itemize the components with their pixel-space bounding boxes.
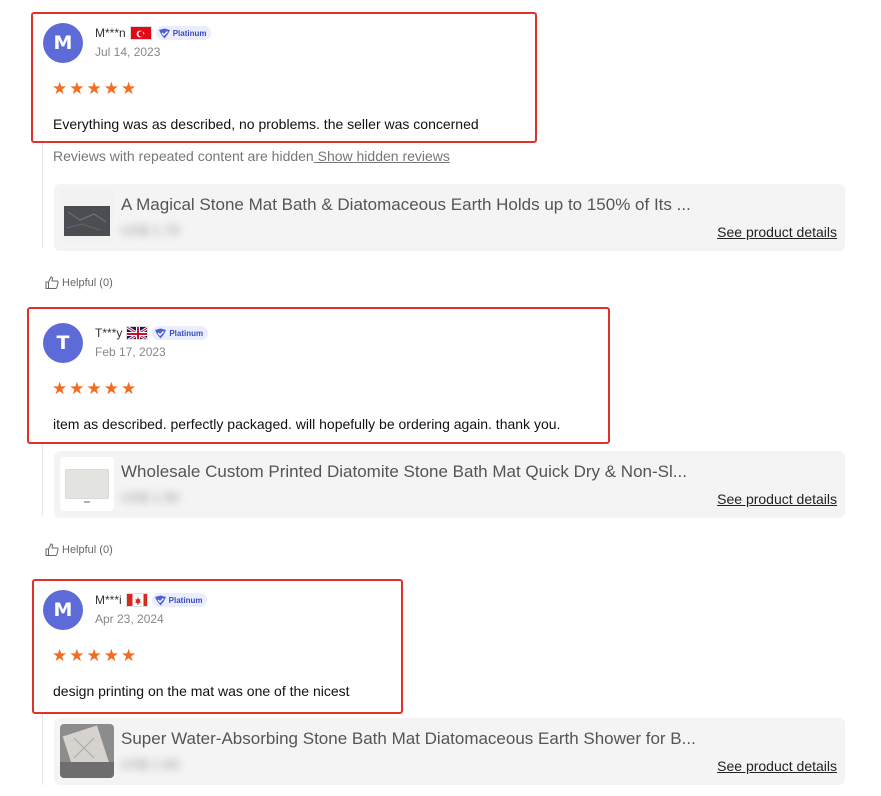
star-icon: ★: [103, 646, 119, 665]
product-price-blurred: US$ 1.60: [121, 756, 180, 772]
review-date: Jul 14, 2023: [95, 45, 161, 59]
star-rating: ★ ★ ★ ★ ★: [52, 647, 136, 664]
see-product-details-link[interactable]: See product details: [717, 758, 837, 774]
canada-flag-icon: [125, 593, 148, 607]
avatar-letter: T: [56, 332, 70, 354]
reviewer-name: M***n: [95, 26, 126, 40]
product-title[interactable]: Wholesale Custom Printed Diatomite Stone…: [121, 462, 687, 482]
star-icon: ★: [103, 79, 119, 98]
star-icon: ★: [69, 379, 85, 398]
star-icon: ★: [52, 379, 68, 398]
helpful-button[interactable]: Helpful (0): [45, 543, 113, 556]
review-divider: [42, 444, 43, 516]
thumbs-up-icon: [45, 543, 59, 556]
star-icon: ★: [69, 79, 85, 98]
badge-label: Platinum: [169, 328, 204, 338]
helpful-button[interactable]: Helpful (0): [45, 276, 113, 289]
platinum-badge: Platinum: [155, 26, 212, 40]
product-thumbnail[interactable]: [60, 724, 114, 778]
star-icon: ★: [103, 379, 119, 398]
product-title[interactable]: A Magical Stone Mat Bath & Diatomaceous …: [121, 195, 691, 215]
badge-label: Platinum: [168, 595, 203, 605]
reviewer-name: T***y: [95, 326, 123, 340]
star-icon: ★: [69, 646, 85, 665]
avatar-letter: M: [53, 32, 73, 54]
avatar: M: [43, 590, 83, 630]
star-icon: ★: [52, 79, 68, 98]
star-rating: ★ ★ ★ ★ ★: [52, 380, 136, 397]
review-divider: [42, 140, 43, 248]
star-icon: ★: [121, 79, 137, 98]
product-thumbnail[interactable]: [60, 457, 114, 511]
star-icon: ★: [121, 379, 137, 398]
see-product-details-link[interactable]: See product details: [717, 224, 837, 240]
reviewer-name: M***i: [95, 593, 122, 607]
review-text: design printing on the mat was one of th…: [53, 683, 350, 699]
product-price-blurred: US$ 1.70: [121, 222, 180, 238]
helpful-label: Helpful (0): [62, 543, 113, 556]
star-icon: ★: [52, 646, 68, 665]
thumbs-up-icon: [45, 276, 59, 289]
review-text: item as described. perfectly packaged. w…: [53, 416, 561, 432]
avatar-letter: M: [53, 599, 73, 621]
avatar: T: [43, 323, 83, 363]
product-card[interactable]: Wholesale Custom Printed Diatomite Stone…: [54, 451, 845, 518]
product-title[interactable]: Super Water-Absorbing Stone Bath Mat Dia…: [121, 729, 696, 749]
review-text: Everything was as described, no problems…: [53, 116, 479, 132]
star-rating: ★ ★ ★ ★ ★: [52, 80, 136, 97]
review-divider: [42, 713, 43, 785]
review-date: Apr 23, 2024: [95, 612, 164, 626]
star-icon: ★: [121, 646, 137, 665]
badge-label: Platinum: [172, 28, 207, 38]
star-icon: ★: [86, 646, 102, 665]
product-card[interactable]: A Magical Stone Mat Bath & Diatomaceous …: [54, 184, 845, 251]
reviewer-row: M***i Platinum: [95, 592, 208, 608]
see-product-details-link[interactable]: See product details: [717, 491, 837, 507]
star-icon: ★: [86, 379, 102, 398]
star-icon: ★: [86, 79, 102, 98]
hidden-reviews-note: Reviews with repeated content are hidden…: [53, 148, 450, 164]
hidden-note-text: Reviews with repeated content are hidden: [53, 148, 314, 164]
avatar: M: [43, 23, 83, 63]
review-date: Feb 17, 2023: [95, 345, 166, 359]
product-price-blurred: US$ 1.90: [121, 489, 180, 505]
verified-shield-icon: [158, 28, 170, 38]
helpful-label: Helpful (0): [62, 276, 113, 289]
product-thumbnail[interactable]: [60, 190, 114, 244]
reviewer-row: T***y Platinum: [95, 325, 209, 341]
product-card[interactable]: Super Water-Absorbing Stone Bath Mat Dia…: [54, 718, 845, 785]
verified-shield-icon: [154, 595, 166, 605]
verified-shield-icon: [155, 328, 167, 338]
platinum-badge: Platinum: [152, 326, 209, 340]
uk-flag-icon: [126, 326, 149, 340]
show-hidden-reviews-link[interactable]: Show hidden reviews: [314, 148, 450, 164]
platinum-badge: Platinum: [151, 593, 208, 607]
reviewer-row: M***n Platinum: [95, 25, 212, 41]
turkey-flag-icon: [129, 26, 152, 40]
